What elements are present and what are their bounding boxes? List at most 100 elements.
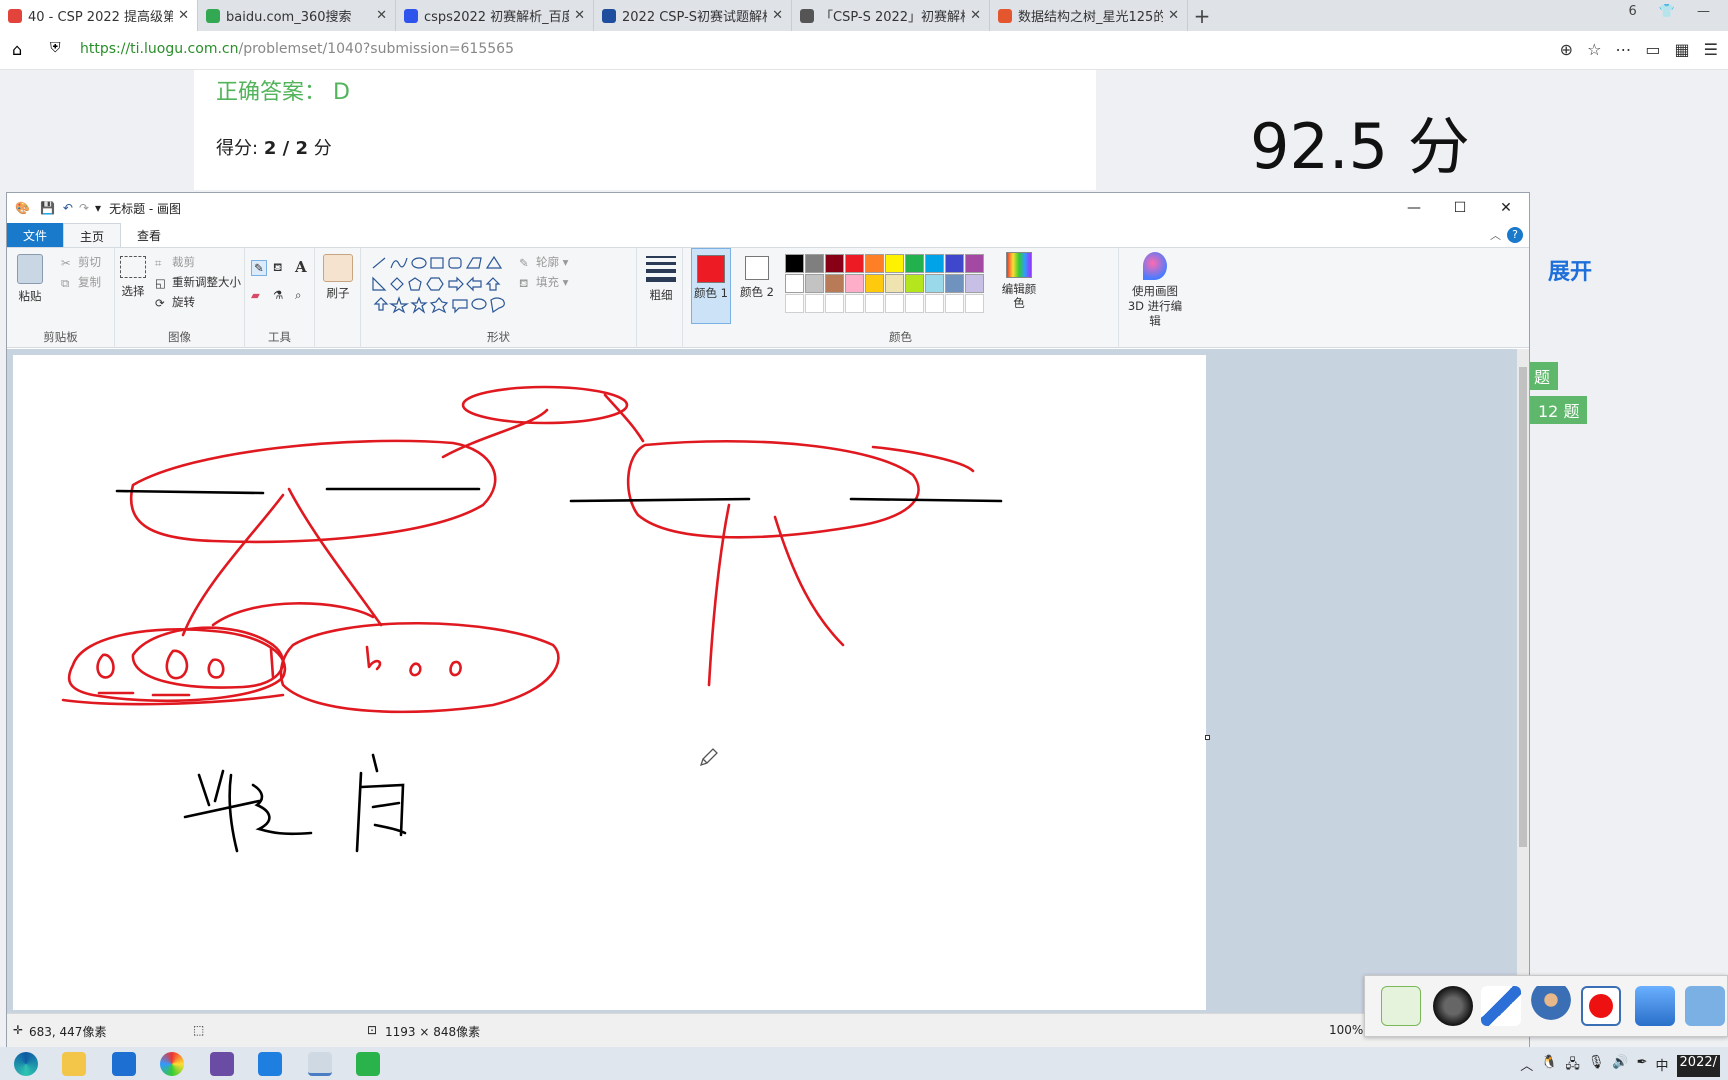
camera-icon[interactable] xyxy=(1433,986,1473,1026)
palette-swatch[interactable] xyxy=(905,274,924,293)
favorites-icon[interactable]: ☰ xyxy=(1704,40,1718,59)
palette-swatch[interactable] xyxy=(945,274,964,293)
palette-swatch[interactable] xyxy=(845,254,864,273)
pencil-icon[interactable]: ✎ xyxy=(251,260,267,276)
palette-swatch[interactable] xyxy=(785,254,804,273)
volume-icon[interactable]: 🔊 xyxy=(1612,1055,1628,1077)
drawing-canvas[interactable] xyxy=(13,355,1206,1010)
palette-swatch[interactable] xyxy=(965,294,984,313)
color1-button[interactable]: 颜色 1 xyxy=(691,248,731,324)
tab-home[interactable]: 主页 xyxy=(63,223,122,247)
whiteboard-icon[interactable] xyxy=(258,1052,282,1076)
palette-swatch[interactable] xyxy=(785,274,804,293)
palette-swatch[interactable] xyxy=(845,294,864,313)
scroll-thumb[interactable] xyxy=(1519,367,1527,847)
browser-tab[interactable]: 「CSP-S 2022」初赛解析 - ✕ xyxy=(792,0,990,31)
pen-icon[interactable] xyxy=(1481,986,1521,1026)
zoom-icon[interactable]: ⊕ xyxy=(1560,40,1573,59)
shapes-gallery[interactable] xyxy=(369,254,519,314)
record-icon[interactable] xyxy=(1581,986,1621,1026)
reader-icon[interactable]: ▭ xyxy=(1645,40,1660,59)
network-icon[interactable]: 🖧 xyxy=(1565,1055,1580,1077)
more-icon[interactable]: ⋯ xyxy=(1615,40,1631,59)
palette-swatch[interactable] xyxy=(965,274,984,293)
shirt-icon[interactable]: 👕 xyxy=(1659,4,1675,19)
select-button[interactable]: 选择 xyxy=(119,256,147,298)
palette-swatch[interactable] xyxy=(885,254,904,273)
palette-swatch[interactable] xyxy=(885,294,904,313)
home-icon[interactable]: ⌂ xyxy=(12,40,22,59)
shield-icon[interactable]: ⛨ xyxy=(50,40,61,56)
chevron-up-icon[interactable]: ︿ xyxy=(1520,1055,1533,1077)
clock[interactable]: 2022/ xyxy=(1676,1055,1720,1077)
palette-swatch[interactable] xyxy=(825,294,844,313)
return-icon[interactable] xyxy=(1381,986,1421,1026)
crop-button[interactable]: ⌗ 裁剪 xyxy=(155,254,195,270)
browser-tab[interactable]: 2022 CSP-S初赛试题解析-小 ✕ xyxy=(594,0,792,31)
browser-tab[interactable]: csps2022 初赛解析_百度搜索 ✕ xyxy=(396,0,594,31)
palette-swatch[interactable] xyxy=(805,294,824,313)
palette-swatch[interactable] xyxy=(825,274,844,293)
palette-swatch[interactable] xyxy=(825,254,844,273)
expand-link[interactable]: 展开 xyxy=(1548,254,1592,286)
user-icon[interactable] xyxy=(1531,986,1571,1026)
palette-swatch[interactable] xyxy=(925,294,944,313)
size-button[interactable]: 粗细 xyxy=(645,254,677,302)
help-icon[interactable]: ? xyxy=(1507,227,1523,243)
color2-button[interactable]: 颜色 2 xyxy=(737,248,777,324)
question-badge[interactable]: 题 xyxy=(1526,362,1559,390)
palette-swatch[interactable] xyxy=(925,274,944,293)
palette-swatch[interactable] xyxy=(785,294,804,313)
save-icon[interactable]: 💾 xyxy=(40,201,55,215)
tab-file[interactable]: 文件 xyxy=(7,223,64,247)
question-badge[interactable]: 12 题 xyxy=(1530,396,1588,424)
fill-icon[interactable]: ⛾ xyxy=(273,260,282,276)
copy-button[interactable]: ⧉ 复制 xyxy=(61,274,101,290)
redo-icon[interactable]: ↷ xyxy=(79,201,89,215)
collapse-ribbon-icon[interactable]: ︿ xyxy=(1490,227,1501,243)
undo-icon[interactable]: ↶ xyxy=(63,201,73,215)
mic-icon[interactable]: 🎙 xyxy=(1588,1055,1605,1077)
palette-swatch[interactable] xyxy=(945,254,964,273)
palette-swatch[interactable] xyxy=(865,274,884,293)
minimize-icon[interactable]: — xyxy=(1697,4,1710,19)
wechat-icon[interactable] xyxy=(356,1052,380,1076)
close-tab-icon[interactable]: ✕ xyxy=(574,8,585,23)
close-button[interactable]: ✕ xyxy=(1483,193,1529,223)
maximize-button[interactable]: ☐ xyxy=(1437,193,1483,223)
cut-button[interactable]: ✂ 剪切 xyxy=(61,254,101,270)
mail-icon[interactable] xyxy=(112,1052,136,1076)
more-tools-icon[interactable] xyxy=(1685,986,1725,1026)
browser-tab[interactable]: baidu.com_360搜索 ✕ xyxy=(198,0,396,31)
color-picker-icon[interactable]: ⚗ xyxy=(273,288,283,302)
rotate-button[interactable]: ⟳ 旋转 xyxy=(155,294,195,310)
palette-swatch[interactable] xyxy=(845,274,864,293)
text-icon[interactable]: A xyxy=(295,258,307,276)
ime-indicator[interactable]: 中 xyxy=(1656,1055,1669,1077)
palette-swatch[interactable] xyxy=(905,294,924,313)
palette-swatch[interactable] xyxy=(945,294,964,313)
resize-button[interactable]: ◱ 重新调整大小 xyxy=(155,274,241,290)
close-tab-icon[interactable]: ✕ xyxy=(178,8,189,23)
magnifier-icon[interactable]: ⌕ xyxy=(295,288,301,303)
star-icon[interactable]: ☆ xyxy=(1587,40,1601,59)
photos-icon[interactable] xyxy=(210,1052,234,1076)
paste-button[interactable]: 粘贴 xyxy=(17,254,43,304)
pen-tray-icon[interactable]: ✒ xyxy=(1637,1055,1648,1077)
browser-tab[interactable]: 数据结构之树_星光125的博客 ✕ xyxy=(990,0,1188,31)
url-field[interactable]: https://ti.luogu.com.cn/problemset/1040?… xyxy=(80,41,514,57)
new-tab-button[interactable]: + xyxy=(1188,0,1216,31)
palette-swatch[interactable] xyxy=(905,254,924,273)
palette-swatch[interactable] xyxy=(805,254,824,273)
edit-colors-button[interactable]: 编辑颜色 xyxy=(1001,252,1037,310)
eraser-icon[interactable]: ▰ xyxy=(251,288,260,302)
apps-icon[interactable]: ▦ xyxy=(1675,40,1690,59)
paint3d-button[interactable]: 使用画图 3D 进行编辑 xyxy=(1123,252,1187,329)
outline-button[interactable]: ✎ 轮廓 ▾ xyxy=(519,254,568,270)
vertical-scrollbar[interactable] xyxy=(1517,349,1529,1013)
edge-icon[interactable] xyxy=(14,1052,38,1076)
paint-app-icon[interactable]: 🎨 xyxy=(15,201,30,215)
palette-swatch[interactable] xyxy=(865,294,884,313)
close-tab-icon[interactable]: ✕ xyxy=(376,8,387,23)
close-tab-icon[interactable]: ✕ xyxy=(772,8,783,23)
